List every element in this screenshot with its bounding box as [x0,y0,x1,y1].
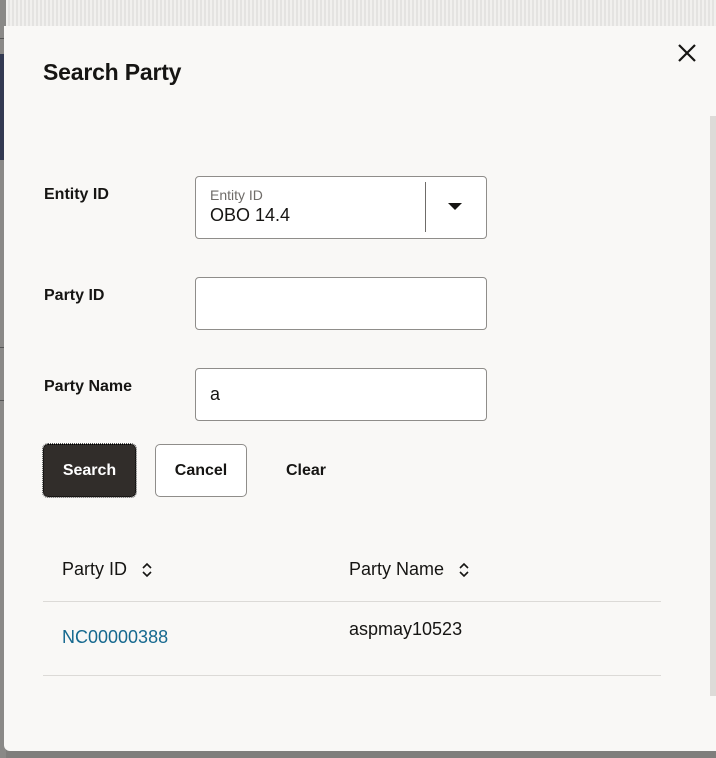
search-party-dialog: Search Party Entity ID Entity ID OBO 14.… [4,26,716,751]
table-header-divider [43,601,661,602]
dialog-scrollbar[interactable] [710,116,716,696]
select-divider [425,182,426,232]
party-name-cell: aspmay10523 [349,619,463,639]
search-button[interactable]: Search [42,443,137,498]
party-name-input[interactable] [196,369,486,420]
column-header-party-id[interactable]: Party ID [62,559,153,580]
page-backdrop-top [0,0,716,26]
column-header-party-name[interactable]: Party Name [349,559,470,580]
party-id-link[interactable]: NC00000388 [62,627,168,648]
table-row-divider [43,675,661,676]
entity-id-select[interactable]: Entity ID OBO 14.4 [195,176,487,239]
sort-icon[interactable] [141,561,153,579]
clear-button[interactable]: Clear [266,444,346,497]
close-icon [678,44,696,62]
party-name-label: Party Name [44,378,133,395]
chevron-down-icon[interactable] [448,203,462,210]
sort-icon[interactable] [458,561,470,579]
column-header-label: Party ID [62,559,128,579]
party-name-field-wrapper [195,368,487,421]
entity-id-select-label: Entity ID [210,187,263,203]
cancel-button[interactable]: Cancel [155,444,247,497]
entity-id-select-value: OBO 14.4 [210,205,291,225]
close-button[interactable] [674,40,700,66]
party-id-input[interactable] [196,278,486,329]
party-id-label: Party ID [44,287,105,304]
entity-id-label: Entity ID [44,186,109,203]
column-header-label: Party Name [349,559,445,579]
dialog-title: Search Party [43,59,182,85]
party-id-field-wrapper [195,277,487,330]
